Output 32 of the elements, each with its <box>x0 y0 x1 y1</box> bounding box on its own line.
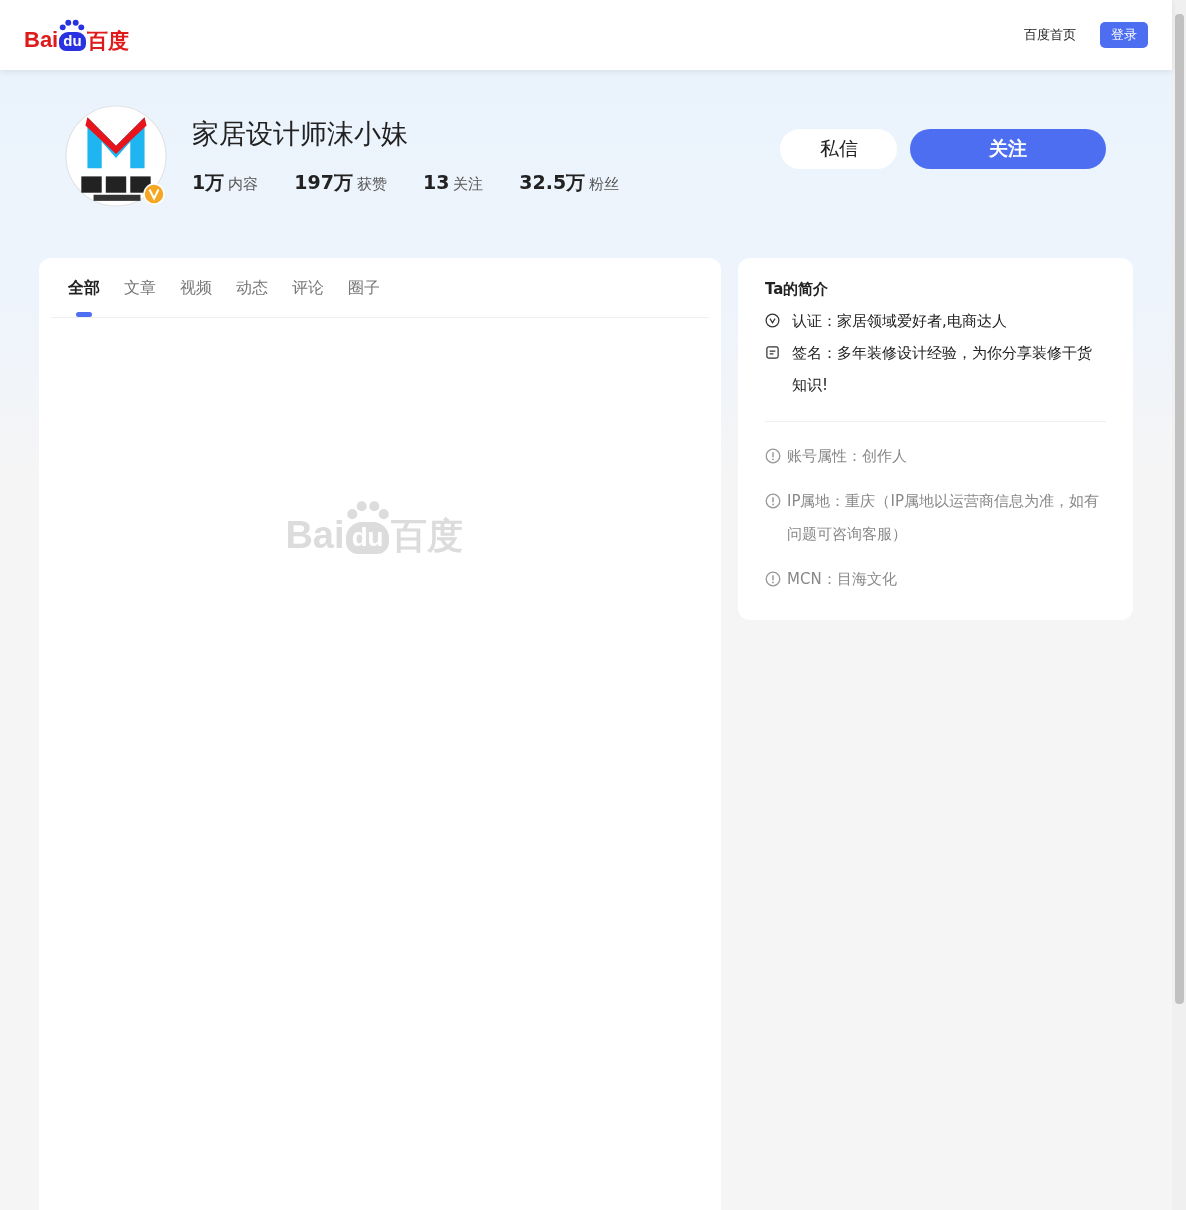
stat-value: 1万 <box>192 170 225 195</box>
baidu-logo[interactable]: Bai du 百度 <box>24 19 129 51</box>
info-icon <box>765 571 781 587</box>
intro-text: 签名：多年装修设计经验，为你分享装修干货知识! <box>792 343 1093 396</box>
intro-text: 认证：家居领域爱好者,电商达人 <box>792 311 1007 332</box>
login-button[interactable]: 登录 <box>1100 22 1148 48</box>
detail-text: MCN：目海文化 <box>787 569 897 590</box>
tab[interactable]: 文章 <box>124 278 156 317</box>
detail-text: IP属地：重庆（IP属地以运营商信息为准，如有问题可咨询客服） <box>787 491 1100 545</box>
home-link[interactable]: 百度首页 <box>1024 26 1076 44</box>
stat-label: 关注 <box>453 175 484 194</box>
stat-label: 获赞 <box>356 175 387 194</box>
check-circle-icon <box>765 313 780 328</box>
follow-button[interactable]: 关注 <box>910 129 1106 169</box>
detail-text: 账号属性：创作人 <box>787 446 907 467</box>
tab[interactable]: 全部 <box>68 278 100 317</box>
user-name: 家居设计师沫小妹 <box>192 117 409 151</box>
stat-value: 197万 <box>294 170 353 195</box>
note-icon <box>765 345 780 360</box>
intro-title: Ta的简介 <box>765 280 830 299</box>
stat-label: 粉丝 <box>589 175 620 194</box>
stat-value: 32.5万 <box>519 170 586 195</box>
tab[interactable]: 视频 <box>180 278 212 317</box>
message-button[interactable]: 私信 <box>780 129 897 169</box>
tab[interactable]: 评论 <box>292 278 324 317</box>
info-icon <box>765 448 781 464</box>
tab[interactable]: 动态 <box>236 278 268 317</box>
scrollbar[interactable] <box>1172 0 1186 1210</box>
tab[interactable]: 圈子 <box>348 278 380 317</box>
stat-value: 13 <box>422 171 450 193</box>
stat-label: 内容 <box>228 175 259 194</box>
info-icon <box>765 493 781 509</box>
